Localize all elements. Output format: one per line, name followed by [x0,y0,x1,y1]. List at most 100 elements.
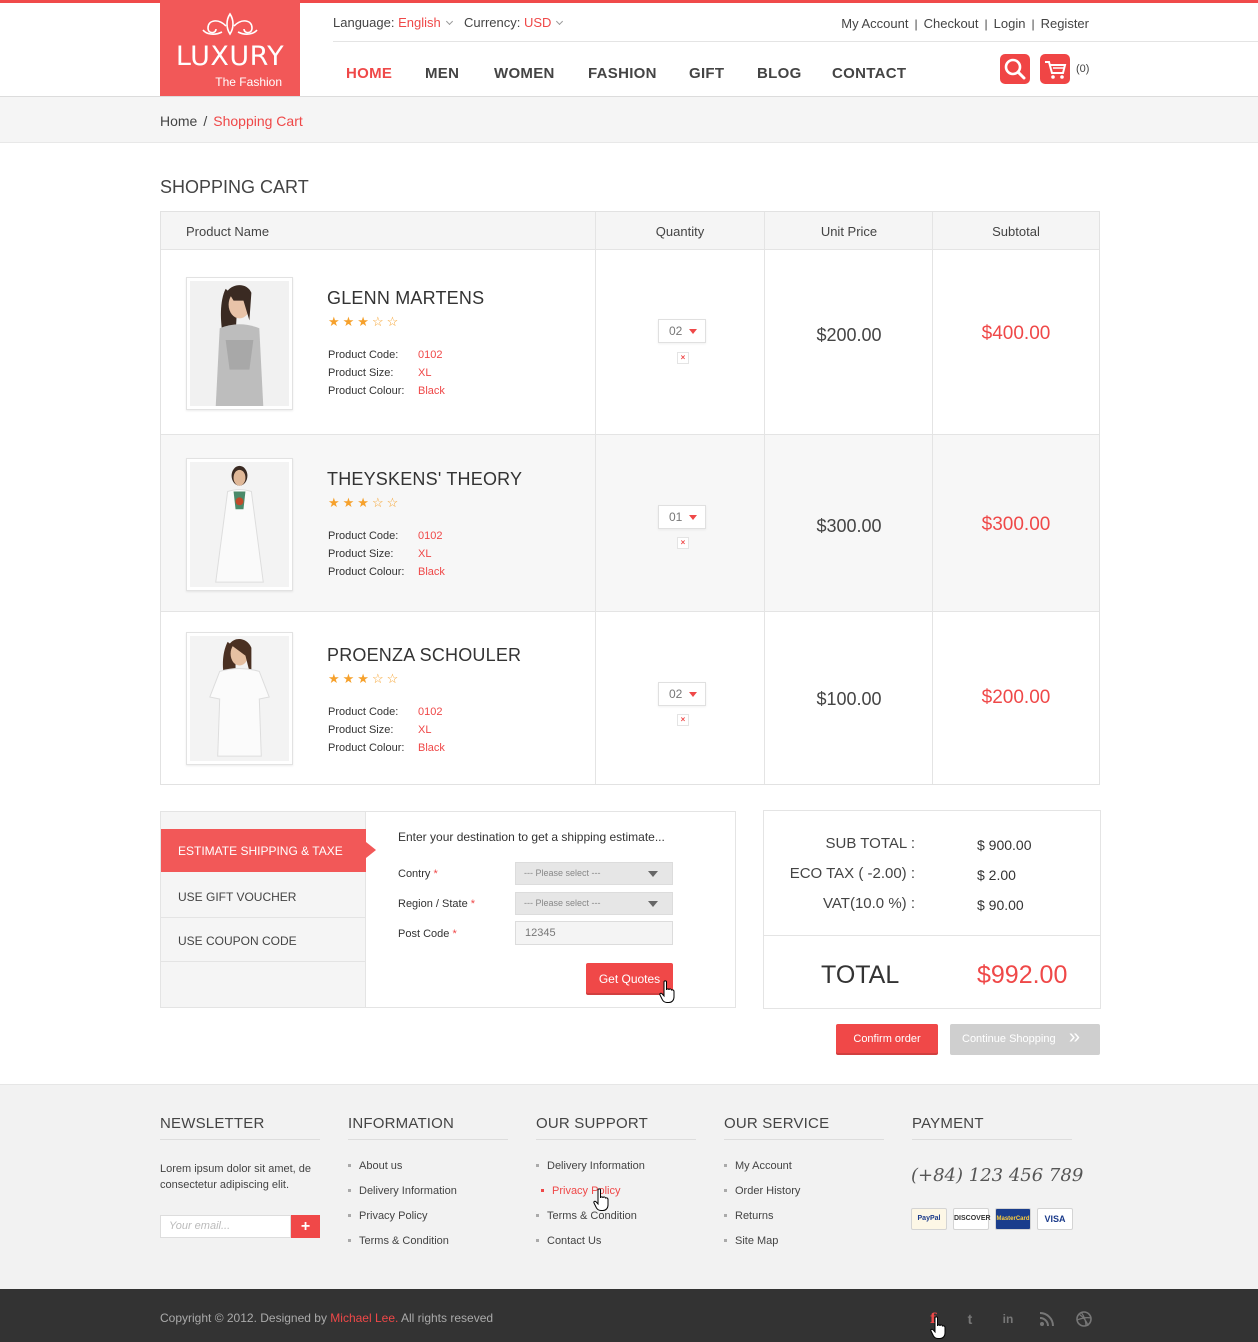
language-label: Language: [333,15,395,30]
footer-link-support-delivery[interactable]: Delivery Information [536,1160,645,1172]
footer-link-privacy[interactable]: Privacy Policy [348,1210,427,1222]
column-divider [932,212,933,784]
cart-button[interactable] [1040,54,1070,84]
attr-label: Product Colour: [328,566,405,578]
footer-link-order-history[interactable]: Order History [724,1185,800,1197]
currency-selector[interactable]: Currency: USD [464,15,564,30]
link-text: Contact Us [547,1235,602,1247]
eco-tax-value: $ 2.00 [977,867,1016,883]
newsletter-email-input[interactable]: Your email... [160,1215,291,1238]
remove-button[interactable]: × [677,352,689,364]
product-name[interactable]: GLENN MARTENS [327,288,484,309]
confirm-order-button[interactable]: Confirm order [836,1024,938,1055]
bullet-icon [536,1164,539,1167]
footer-link-my-account[interactable]: My Account [724,1160,792,1172]
cart-count: (0) [1076,63,1090,75]
attr-value: Black [418,566,445,578]
nav-home[interactable]: HOME [346,65,392,82]
attr-label: Product Code: [328,349,399,361]
breadcrumb: Home / Shopping Cart [160,113,303,129]
footer-link-delivery[interactable]: Delivery Information [348,1185,457,1197]
quantity-value: 02 [669,687,683,701]
breadcrumb-home[interactable]: Home [160,113,197,129]
heading-underline [160,1139,320,1140]
product-image[interactable] [186,277,293,410]
search-button[interactable] [1000,54,1030,84]
newsletter-submit-button[interactable]: + [291,1215,320,1238]
nav-women[interactable]: WOMEN [494,65,555,82]
quantity-select[interactable]: 01 [658,505,706,529]
breadcrumb-current: Shopping Cart [213,113,303,129]
attr-label: Product Code: [328,530,399,542]
product-image[interactable] [186,632,293,765]
tab-estimate-shipping[interactable]: ESTIMATE SHIPPING & TAXE [161,829,376,872]
nav-men[interactable]: MEN [425,65,459,82]
information-heading: INFORMATION [348,1115,455,1132]
select-placeholder: --- Please select --- [524,868,601,878]
login-link[interactable]: Login [994,16,1026,31]
continue-shopping-button[interactable]: Continue Shopping » [950,1024,1100,1055]
register-link[interactable]: Register [1041,16,1089,31]
my-account-link[interactable]: My Account [841,16,908,31]
product-size: Product Size: XL [328,545,431,563]
product-code: Product Code: 0102 [328,703,442,721]
footer-link-support-contact[interactable]: Contact Us [536,1235,601,1247]
checkout-link[interactable]: Checkout [924,16,979,31]
subtotal: $200.00 [981,687,1051,708]
nav-fashion[interactable]: FASHION [588,65,657,82]
caret-down-icon [689,692,697,697]
eco-tax-label: ECO TAX ( -2.00) : [789,865,915,882]
quantity-select[interactable]: 02 [658,319,706,343]
tab-coupon-code[interactable]: USE COUPON CODE [161,918,366,962]
dribbble-icon[interactable] [1076,1311,1092,1327]
region-select[interactable]: --- Please select --- [515,892,673,915]
product-code: Product Code: 0102 [328,346,442,364]
product-photo [190,281,289,406]
brand-tagline: The Fashion [215,75,282,89]
remove-button[interactable]: × [677,537,689,549]
product-colour: Product Colour: Black [328,563,445,581]
footer-link-returns[interactable]: Returns [724,1210,774,1222]
designer-link[interactable]: Michael Lee. [330,1311,398,1325]
rss-icon[interactable] [1039,1311,1055,1327]
postcode-input[interactable]: 12345 [515,921,673,945]
bullet-icon [348,1189,351,1192]
product-colour: Product Colour: Black [328,382,445,400]
twitter-icon[interactable]: t [960,1309,980,1329]
newsletter-text: Lorem ipsum dolor sit amet, de consectet… [160,1163,312,1191]
service-heading: OUR SERVICE [724,1115,830,1132]
attr-value: XL [418,724,432,736]
bullet-icon [724,1239,727,1242]
bullet-icon [724,1214,727,1217]
nav-gift[interactable]: GIFT [689,65,724,82]
quantity-select[interactable]: 02 [658,682,706,706]
header-divider [333,41,1258,42]
vat-value: $ 90.00 [977,897,1024,913]
footer-link-site-map[interactable]: Site Map [724,1235,778,1247]
nav-contact[interactable]: CONTACT [832,65,906,82]
product-name[interactable]: PROENZA SCHOULER [327,645,521,666]
total-label: TOTAL [821,961,900,989]
subtotal-label: SUB TOTAL : [825,835,915,852]
required-mark: * [470,898,476,910]
total-value: $992.00 [977,961,1068,989]
column-divider [595,212,596,784]
shipping-intro: Enter your destination to get a shipping… [398,830,665,844]
remove-button[interactable]: × [677,714,689,726]
linkedin-icon[interactable]: in [998,1309,1018,1329]
product-name[interactable]: THEYSKENS' THEORY [327,469,522,490]
footer-link-about[interactable]: About us [348,1160,402,1172]
country-select[interactable]: --- Please select --- [515,862,673,885]
unit-price: $200.00 [816,325,882,345]
tab-gift-voucher[interactable]: USE GIFT VOUCHER [161,874,366,918]
footer-link-terms[interactable]: Terms & Condition [348,1235,449,1247]
link-text: Delivery Information [359,1185,457,1197]
quantity-value: 01 [669,510,683,524]
product-image[interactable] [186,458,293,591]
language-selector[interactable]: Language: English [333,15,453,30]
separator: | [1031,17,1035,31]
logo[interactable]: LUXURY The Fashion [160,0,300,96]
nav-blog[interactable]: BLOG [757,65,802,82]
footer-link-support-terms[interactable]: Terms & Condition [536,1210,637,1222]
link-text: Site Map [735,1235,779,1247]
